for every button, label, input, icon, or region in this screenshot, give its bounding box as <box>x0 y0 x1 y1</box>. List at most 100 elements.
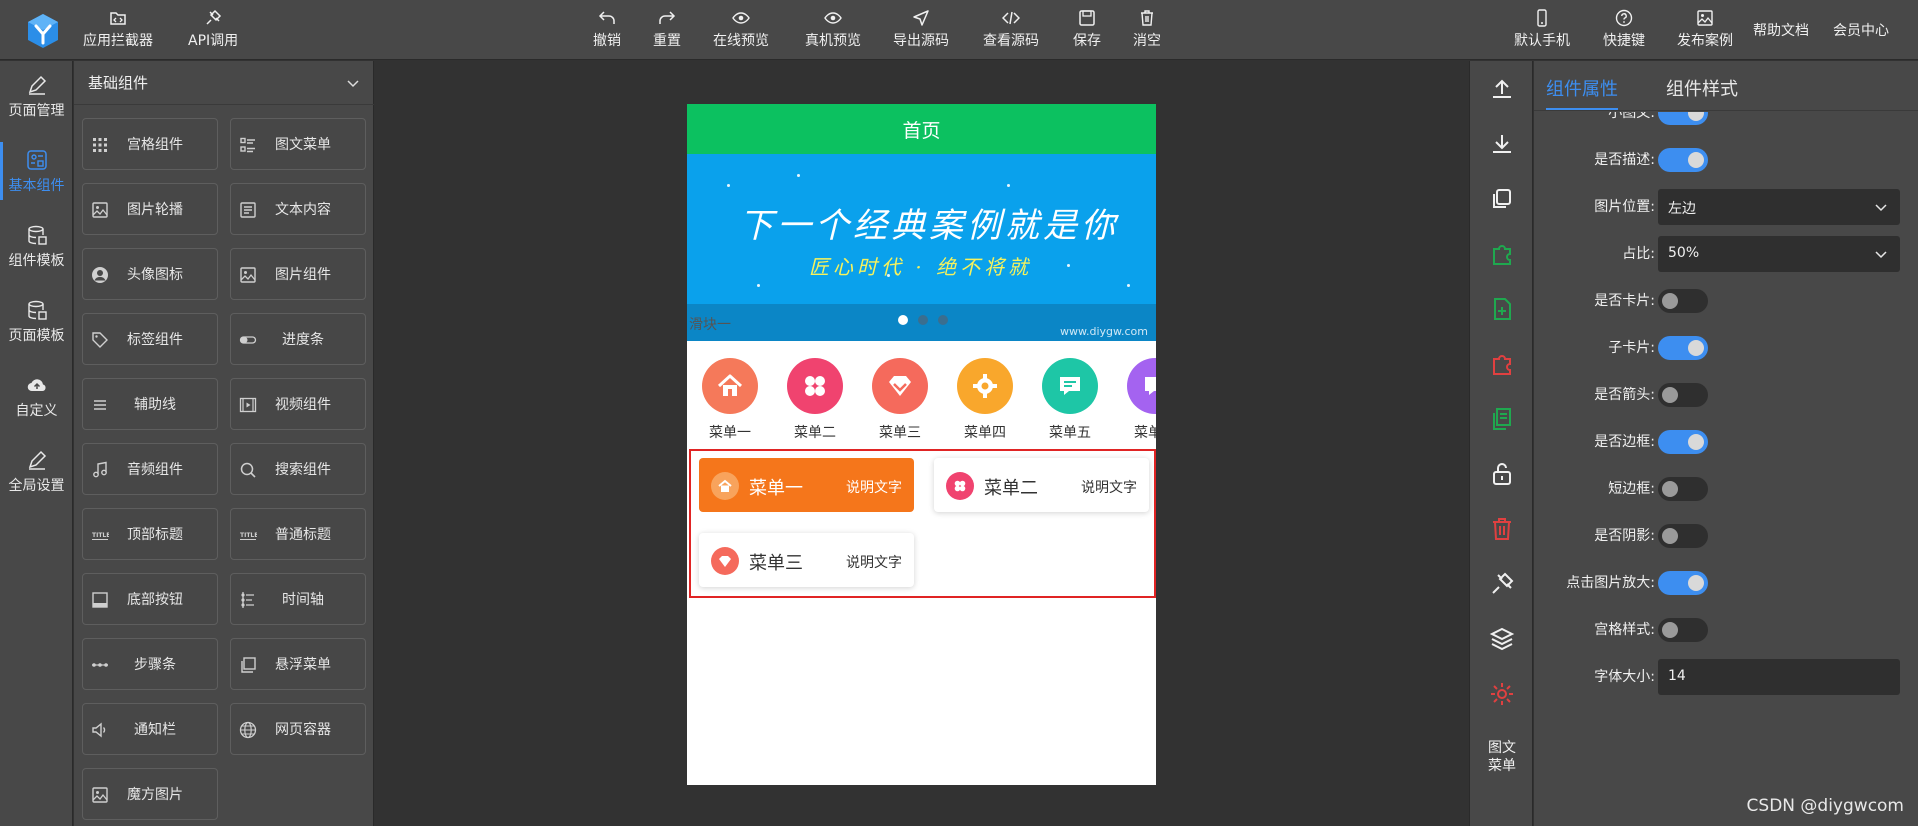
default-phone-button[interactable]: 默认手机 <box>1514 9 1570 53</box>
prop-switch[interactable] <box>1658 477 1708 501</box>
font-size-input[interactable]: 14 <box>1658 659 1900 695</box>
online-preview-button[interactable]: 在线预览 <box>713 9 769 53</box>
menu-item[interactable]: 菜单三 <box>865 358 935 442</box>
component-carousel[interactable]: 图片轮播 <box>82 183 218 235</box>
prop-switch[interactable] <box>1658 618 1708 642</box>
phone-header[interactable]: 首页 <box>687 104 1156 154</box>
save-button[interactable]: 保存 <box>1073 9 1101 53</box>
add-file-icon[interactable] <box>1489 296 1515 322</box>
menu-item[interactable]: 菜单一 <box>695 358 765 442</box>
component-image[interactable]: 图片组件 <box>230 248 366 300</box>
components-icon <box>26 150 47 170</box>
card-title: 菜单一 <box>749 478 803 499</box>
image-text-card[interactable]: 菜单一 说明文字 <box>699 458 914 512</box>
component-divider[interactable]: 辅助线 <box>82 378 218 430</box>
prop-row: 图片位置: 左边 <box>1534 186 1918 226</box>
device-preview-label: 真机预览 <box>805 33 861 49</box>
component-tag[interactable]: 标签组件 <box>82 313 218 365</box>
menu-item-label: 菜单六 <box>1134 425 1156 441</box>
ratio-select[interactable]: 50% <box>1658 236 1900 272</box>
component-web-container[interactable]: 网页容器 <box>230 703 366 755</box>
redo-button[interactable]: 重置 <box>653 9 681 53</box>
paste-icon[interactable] <box>1489 406 1515 432</box>
puzzle-icon[interactable] <box>1489 241 1515 267</box>
nav-page-management[interactable]: 页面管理 <box>0 61 73 133</box>
card-description: 说明文字 <box>846 555 902 571</box>
nav-global-settings[interactable]: 全局设置 <box>0 436 73 508</box>
unlock-icon[interactable] <box>1489 461 1515 487</box>
component-video[interactable]: 视频组件 <box>230 378 366 430</box>
component-grid[interactable]: 宫格组件 <box>82 118 218 170</box>
menu-item[interactable]: 菜单六 <box>1120 358 1156 442</box>
nav-custom[interactable]: 自定义 <box>0 361 73 433</box>
component-top-title[interactable]: TITLE 顶部标题 <box>82 508 218 560</box>
component-category-dropdown[interactable]: 基础组件 <box>74 61 374 105</box>
move-up-icon[interactable] <box>1489 76 1515 102</box>
carousel-dot[interactable] <box>938 315 948 325</box>
component-steps[interactable]: 步骤条 <box>82 638 218 690</box>
prop-switch[interactable] <box>1658 112 1708 125</box>
puzzle-icon[interactable] <box>1489 351 1515 377</box>
move-down-icon[interactable] <box>1489 131 1515 157</box>
export-source-button[interactable]: 导出源码 <box>893 9 949 53</box>
component-image-text-menu[interactable]: 图文菜单 <box>230 118 366 170</box>
shortcut-keys-button[interactable]: 快捷键 <box>1603 9 1645 53</box>
carousel-dot-active[interactable] <box>898 315 908 325</box>
clover-icon <box>805 376 825 396</box>
menu-item[interactable]: 菜单二 <box>780 358 850 442</box>
app-logo-icon[interactable] <box>24 12 62 50</box>
help-docs-link[interactable]: 帮助文档 <box>1753 20 1809 64</box>
banner-carousel[interactable]: 下一个经典案例就是你 匠心时代 · 绝不将就 滑块一 www.diygw.com <box>687 154 1156 341</box>
clear-button[interactable]: 消空 <box>1133 9 1161 53</box>
view-source-button[interactable]: 查看源码 <box>983 9 1039 53</box>
prop-switch[interactable] <box>1658 524 1708 548</box>
prop-switch[interactable] <box>1658 571 1708 595</box>
delete-icon[interactable] <box>1489 516 1515 542</box>
nav-page-templates[interactable]: 页面模板 <box>0 286 73 358</box>
selected-component-outline[interactable]: 菜单一 说明文字 菜单二 说明文字 菜单三 说明文字 <box>689 449 1156 598</box>
component-search[interactable]: 搜索组件 <box>230 443 366 495</box>
menu-item[interactable]: 菜单四 <box>950 358 1020 442</box>
component-timeline[interactable]: 时间轴 <box>230 573 366 625</box>
clear-label: 消空 <box>1133 33 1161 49</box>
component-notice[interactable]: 通知栏 <box>82 703 218 755</box>
publish-case-button[interactable]: 发布案例 <box>1677 9 1733 53</box>
copy-icon[interactable] <box>1489 186 1515 212</box>
prop-switch[interactable] <box>1658 336 1708 360</box>
menu-item[interactable]: 菜单五 <box>1035 358 1105 442</box>
component-float-menu[interactable]: 悬浮菜单 <box>230 638 366 690</box>
component-avatar[interactable]: 头像图标 <box>82 248 218 300</box>
diamond-icon <box>889 376 911 396</box>
prop-row: 是否箭头: <box>1534 374 1918 414</box>
tab-component-styles[interactable]: 组件样式 <box>1666 75 1738 101</box>
nav-component-templates[interactable]: 组件模板 <box>0 211 73 283</box>
carousel-dot[interactable] <box>918 315 928 325</box>
image-text-card[interactable]: 菜单二 说明文字 <box>934 458 1149 512</box>
device-preview-button[interactable]: 真机预览 <box>805 9 861 53</box>
settings-gear-icon[interactable] <box>1489 681 1515 707</box>
component-category-title: 基础组件 <box>88 74 149 92</box>
prop-label: 是否阴影: <box>1594 528 1655 544</box>
prop-switch[interactable] <box>1658 289 1708 313</box>
component-text[interactable]: 文本内容 <box>230 183 366 235</box>
component-magic-cube[interactable]: 魔方图片 <box>82 768 218 820</box>
prop-switch[interactable] <box>1658 148 1708 172</box>
tab-component-properties[interactable]: 组件属性 <box>1546 75 1618 110</box>
component-normal-title[interactable]: TITLE 普通标题 <box>230 508 366 560</box>
layers-icon[interactable] <box>1489 626 1515 652</box>
component-audio[interactable]: 音频组件 <box>82 443 218 495</box>
undo-button[interactable]: 撤销 <box>593 9 621 53</box>
component-footer-button[interactable]: 底部按钮 <box>82 573 218 625</box>
component-progress[interactable]: 进度条 <box>230 313 366 365</box>
member-center-link[interactable]: 会员中心 <box>1833 20 1889 64</box>
app-interceptor-button[interactable]: 应用拦截器 <box>83 9 153 53</box>
image-position-select[interactable]: 左边 <box>1658 189 1900 225</box>
nav-basic-components[interactable]: 基本组件 <box>0 136 73 208</box>
prop-switch[interactable] <box>1658 383 1708 407</box>
message-icon <box>1060 377 1080 395</box>
api-call-button[interactable]: API调用 <box>188 9 238 53</box>
prop-switch[interactable] <box>1658 430 1708 454</box>
link-icon[interactable] <box>1489 571 1515 597</box>
prop-label: 小图文: <box>1608 112 1655 121</box>
image-text-card[interactable]: 菜单三 说明文字 <box>699 533 914 587</box>
